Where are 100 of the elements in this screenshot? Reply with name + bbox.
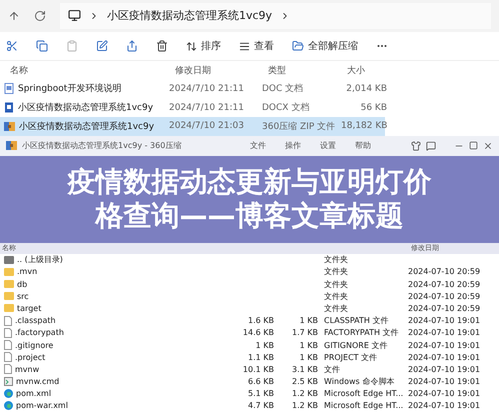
entry-name[interactable]: src [17, 292, 29, 301]
packed-size: 1 KB [298, 316, 318, 326]
entry-date: 2024-07-10 19:01 [407, 364, 482, 374]
file-row[interactable]: 小区疫情数据动态管理系统1vc9y 2024/7/10 21:11 DOCX 文档 56 KB [0, 98, 385, 117]
entry-name[interactable]: mvnw [15, 364, 40, 374]
banner-title: 格查询——博客文章标题 [96, 199, 404, 234]
close-icon[interactable] [483, 140, 493, 151]
rename-icon[interactable] [96, 40, 108, 52]
file-size: 2,014 KB [345, 84, 387, 94]
entry-size: 1 KB [256, 340, 274, 350]
address-bar[interactable]: 小区疫情数据动态管理系统1vc9y [60, 2, 491, 29]
file-row[interactable]: 小区疫情数据动态管理系统1vc9y 2024/7/10 21:03 360压缩 ZIP 文件 18,182 KB [0, 116, 385, 136]
toolbar-button[interactable]: 排序 [186, 39, 221, 54]
file-icon [4, 316, 12, 326]
entry-date: 2024-07-10 19:01 [407, 401, 482, 410]
maximize-icon[interactable] [469, 141, 478, 150]
entry-date: 2024-07-10 20:59 [407, 292, 482, 301]
file-icon [4, 328, 12, 338]
entry-name[interactable]: db [17, 280, 28, 289]
file-date: 2024/7/10 21:11 [169, 102, 245, 112]
column-header[interactable]: 类型 [268, 64, 347, 77]
entry-name[interactable]: .. (上级目录) [17, 254, 63, 266]
toolbar-button[interactable]: 全部解压缩 [292, 39, 358, 54]
entry-size: 10.1 KB [242, 364, 274, 374]
file-row[interactable]: Springboot开发环境说明 2024/7/10 21:11 DOC 文档 2,014 KB [0, 79, 385, 98]
menu-item[interactable]: 设置 [320, 140, 336, 152]
share-icon[interactable] [126, 40, 138, 52]
packed-size: 1.2 KB [291, 389, 318, 398]
entry-name[interactable]: pom-war.xml [16, 401, 68, 410]
archive-icon [4, 120, 15, 132]
file-name: 小区疫情数据动态管理系统1vc9y [19, 120, 154, 133]
menu-item[interactable]: 操作 [285, 140, 301, 152]
packed-size: 1.7 KB [291, 328, 318, 338]
entry-name[interactable]: pom.xml [16, 389, 52, 398]
column-header[interactable]: 大小 [347, 64, 399, 77]
banner-title: 疫情数据动态更新与亚明灯价 [68, 165, 432, 200]
entry-date: 2024-07-10 20:59 [407, 304, 482, 313]
cut-icon[interactable] [6, 40, 18, 52]
entry-name[interactable]: .classpath [15, 316, 56, 326]
entry-type: Windows 命令脚本 [323, 376, 396, 388]
entry-date: 2024-07-10 19:01 [407, 340, 482, 350]
entry-type: GITIGNORE 文件 [323, 340, 388, 351]
entry-size: 4.7 KB [248, 401, 274, 410]
entry-name[interactable]: mvnw.cmd [16, 377, 60, 386]
packed-size: 3.1 KB [291, 364, 318, 374]
entry-date: 2024-07-10 19:01 [407, 377, 482, 386]
file-size: 18,182 KB [341, 121, 387, 132]
menu-item[interactable]: 帮助 [355, 140, 371, 152]
window-title: 小区疫情数据动态管理系统1vc9y - 360压缩 [22, 140, 182, 152]
file-type: 360压缩 ZIP 文件 [262, 120, 336, 133]
entry-name[interactable]: .gitignore [15, 340, 54, 350]
file-type: DOC 文档 [262, 82, 304, 96]
menu-item[interactable]: 文件 [250, 140, 266, 152]
up-arrow-icon[interactable] [8, 10, 20, 22]
packed-size: 1 KB [298, 340, 318, 350]
skin-icon[interactable] [411, 140, 421, 151]
entry-date: 2024-07-10 19:01 [407, 328, 482, 338]
entry-size: 5.1 KB [248, 389, 274, 398]
column-header[interactable]: 修改日期 [175, 64, 268, 77]
entry-size: 1.1 KB [248, 352, 274, 362]
entry-type: CLASSPATH 文件 [323, 315, 390, 326]
file-type: DOCX 文档 [262, 102, 310, 114]
entry-date: 2024-07-10 20:59 [407, 267, 482, 276]
breadcrumb-folder[interactable]: 小区疫情数据动态管理系统1vc9y [107, 8, 272, 24]
document-icon [4, 83, 14, 94]
entry-type: 文件夹 [323, 302, 349, 314]
parent-folder-icon [4, 256, 14, 264]
entry-name[interactable]: .factorypath [15, 328, 64, 338]
entry-type: Microsoft Edge HT... [323, 389, 404, 398]
delete-icon[interactable] [156, 40, 168, 52]
archive-icon [6, 140, 17, 152]
entry-type: 文件夹 [323, 254, 349, 266]
entry-size: 14.6 KB [242, 328, 274, 338]
entry-type: 文件 [323, 364, 341, 375]
message-icon[interactable] [426, 140, 436, 151]
column-header[interactable]: 名称 [10, 64, 175, 77]
entry-name[interactable]: target [17, 304, 42, 313]
packed-size: 1 KB [298, 352, 318, 362]
sort-icon [186, 40, 197, 52]
entry-date: 2024-07-10 19:01 [407, 389, 482, 398]
entry-size: 1.6 KB [248, 316, 274, 326]
entry-date: 2024-07-10 19:01 [407, 316, 482, 326]
refresh-icon[interactable] [34, 10, 46, 22]
list-icon [239, 40, 250, 52]
file-date: 2024/7/10 21:11 [169, 84, 245, 94]
entry-type: FACTORYPATH 文件 [323, 327, 400, 338]
entry-type: 文件夹 [323, 278, 349, 290]
file-date: 2024/7/10 21:03 [169, 121, 245, 132]
entry-name[interactable]: .project [15, 352, 46, 362]
file-icon [4, 340, 12, 350]
entry-name[interactable]: .mvn [17, 267, 38, 276]
entry-type: Microsoft Edge HT... [323, 401, 404, 410]
packed-size: 2.5 KB [291, 377, 318, 386]
entry-type: 文件夹 [323, 266, 349, 278]
file-name: Springboot开发环境说明 [18, 82, 122, 96]
file-icon [4, 364, 12, 374]
entry-type: PROJECT 文件 [323, 352, 378, 363]
toolbar-button[interactable]: 查看 [239, 39, 274, 54]
file-icon [4, 352, 12, 362]
copy-icon[interactable] [36, 40, 48, 52]
